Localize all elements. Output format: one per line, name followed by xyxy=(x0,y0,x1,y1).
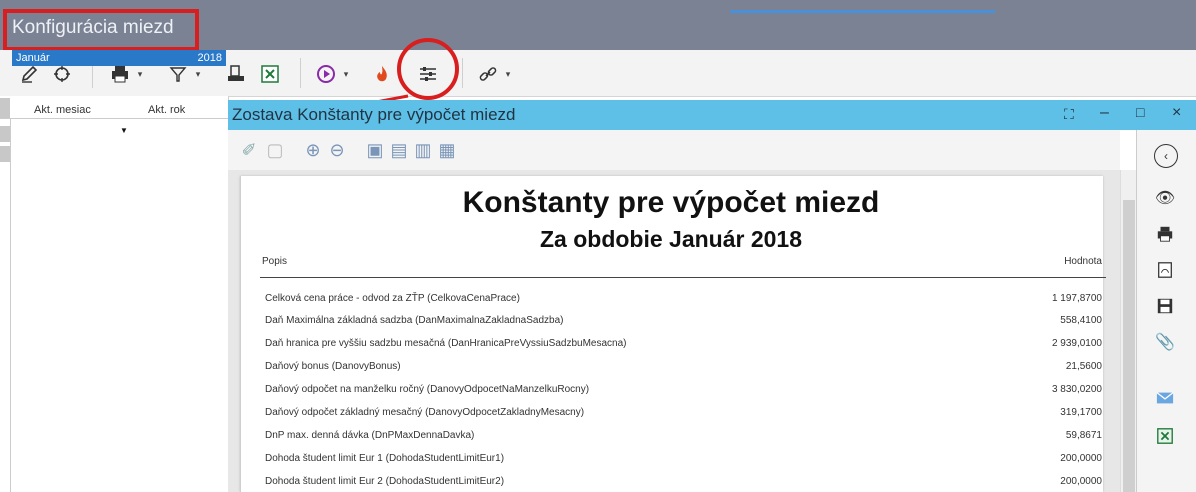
zoom-in-icon[interactable]: ⊕ xyxy=(302,138,324,162)
report-row-value: 200,0000 xyxy=(1060,476,1102,487)
filter-dropdown-icon[interactable]: ▼ xyxy=(120,126,128,135)
report-row-label: Celková cena práce - odvod za ZŤP (Celko… xyxy=(265,293,520,304)
fullscreen-icon[interactable]: ⛶ xyxy=(1064,106,1074,123)
excel-icon[interactable] xyxy=(1151,422,1179,450)
cell-year: 2018 xyxy=(197,52,222,64)
printer-icon[interactable] xyxy=(1151,220,1179,248)
column-header-popis: Popis xyxy=(262,256,288,267)
report-row-label: Daňový odpočet na manželku ročný (Danovy… xyxy=(265,384,590,395)
print-preview-icon[interactable] xyxy=(224,62,248,86)
page-layout-4-icon[interactable]: ▦ xyxy=(436,138,458,162)
attach-icon[interactable]: 📎 xyxy=(1151,328,1179,356)
report-title: Konštanty pre výpočet miezd xyxy=(462,186,880,219)
header-rule xyxy=(260,277,1106,278)
play-icon[interactable] xyxy=(314,62,338,86)
report-window-title: Zostava Konštanty pre výpočet miezd xyxy=(232,105,516,124)
report-row-value: 3 830,0200 xyxy=(1051,384,1102,395)
report-row-value: 2 939,0100 xyxy=(1051,338,1102,349)
title-highlight-annotation xyxy=(3,9,199,51)
play-dropdown-icon[interactable]: ▾ xyxy=(340,62,352,86)
link-icon[interactable] xyxy=(476,62,500,86)
column-divider xyxy=(10,118,11,492)
report-row-value: 558,4100 xyxy=(1060,315,1102,326)
scrollbar-thumb[interactable] xyxy=(1123,200,1135,492)
close-icon[interactable]: × xyxy=(1172,104,1181,122)
save-icon[interactable] xyxy=(1151,292,1179,320)
header-akt-mesiac[interactable]: Akt. mesiac xyxy=(34,104,91,116)
settings-highlight-annotation xyxy=(397,38,459,100)
back-icon[interactable]: ‹ xyxy=(1154,144,1178,168)
report-row-label: DnP max. denná dávka (DnPMaxDennaDavka) xyxy=(265,430,475,441)
eye-icon[interactable]: 👁 xyxy=(1151,184,1179,212)
email-icon[interactable] xyxy=(1151,384,1179,412)
maximize-icon[interactable]: □ xyxy=(1136,104,1144,120)
report-row-value: 200,0000 xyxy=(1060,453,1102,464)
link-dropdown-icon[interactable]: ▾ xyxy=(502,62,514,86)
report-row-label: Daňový bonus (DanovyBonus) xyxy=(265,361,401,372)
copy-icon[interactable]: ▢ xyxy=(264,138,286,162)
header-divider xyxy=(0,118,228,119)
minimize-icon[interactable]: – xyxy=(1100,104,1109,122)
report-page xyxy=(240,176,1103,492)
report-row-label: Daň Maximálna základná sadzba (DanMaxima… xyxy=(265,315,564,326)
report-row-value: 1 197,8700 xyxy=(1051,293,1102,304)
report-row-label: Daň hranica pre vyššiu sadzbu mesačná (D… xyxy=(265,338,627,349)
page-layout-1-icon[interactable]: ▣ xyxy=(364,138,386,162)
excel-icon[interactable] xyxy=(258,62,282,86)
header-akt-rok[interactable]: Akt. rok xyxy=(148,104,185,116)
report-row-label: Daňový odpočet základný mesačný (DanovyO… xyxy=(265,407,585,418)
table-row[interactable]: Január 2018 xyxy=(12,50,226,66)
report-row-value: 59,8671 xyxy=(1065,430,1102,441)
report-row-value: 21,5600 xyxy=(1065,361,1102,372)
title-accent xyxy=(730,10,995,13)
vertical-scrollbar[interactable] xyxy=(1120,170,1137,492)
report-subtitle: Za obdobie Január 2018 xyxy=(539,226,803,252)
report-row-label: Dohoda študent limit Eur 1 (DohodaStuden… xyxy=(265,453,505,464)
row-selector[interactable] xyxy=(0,98,10,118)
page-layout-2-icon[interactable]: ▤ xyxy=(388,138,410,162)
fire-icon[interactable] xyxy=(370,62,394,86)
toolbar-separator xyxy=(300,58,301,88)
report-row-label: Dohoda študent limit Eur 2 (DohodaStuden… xyxy=(265,476,505,487)
period-table: Akt. mesiac Akt. rok ▼ xyxy=(0,96,229,492)
report-toolbar: ✐ ▢ ⊕ ⊖ ▣ ▤ ▥ ▦ xyxy=(228,130,1120,171)
zoom-out-icon[interactable]: ⊖ xyxy=(326,138,348,162)
report-side-toolbar: ‹ 👁 📎 xyxy=(1136,130,1196,492)
row-selector[interactable] xyxy=(0,146,10,162)
report-row-value: 319,1700 xyxy=(1060,407,1102,418)
page-layout-3-icon[interactable]: ▥ xyxy=(412,138,434,162)
cell-month: Január xyxy=(16,52,50,64)
pdf-icon[interactable] xyxy=(1151,256,1179,284)
row-selector[interactable] xyxy=(0,126,10,142)
eraser-icon[interactable]: ✐ xyxy=(238,138,260,162)
toolbar-separator xyxy=(462,58,463,88)
column-header-hodnota: Hodnota xyxy=(1064,256,1102,267)
